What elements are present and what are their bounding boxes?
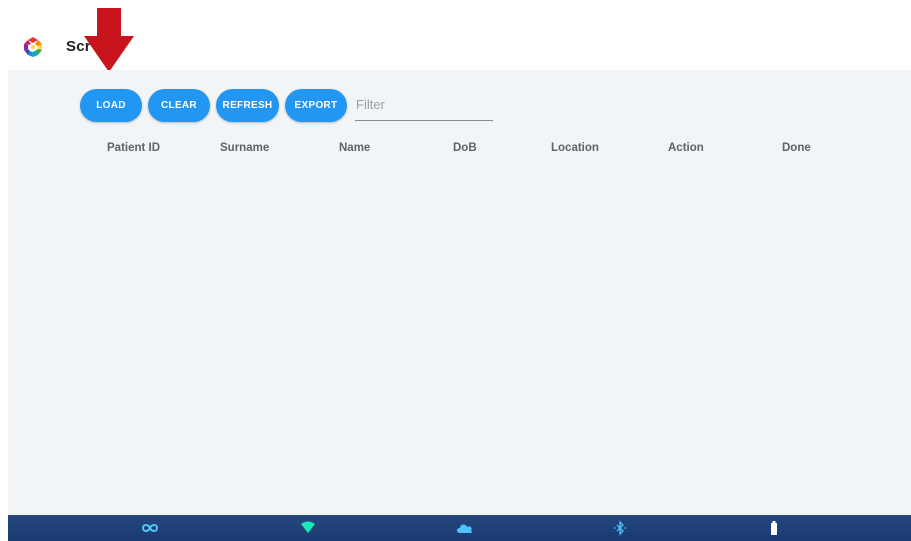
app-bar: Scr: [0, 0, 911, 72]
column-header-dob[interactable]: DoB: [453, 142, 477, 154]
infinity-icon: [141, 524, 159, 532]
cloud-icon: [457, 524, 473, 533]
column-header-action[interactable]: Action: [668, 142, 704, 154]
battery-icon: [771, 521, 777, 535]
main-content: LOAD CLEAR REFRESH EXPORT Patient ID Sur…: [8, 70, 911, 515]
clear-button[interactable]: CLEAR: [148, 89, 210, 122]
column-header-location[interactable]: Location: [551, 142, 599, 154]
column-header-surname[interactable]: Surname: [220, 142, 269, 154]
annotation-arrow-icon: [84, 8, 134, 72]
bluetooth-icon: [614, 520, 626, 536]
load-button[interactable]: LOAD: [80, 89, 142, 122]
toolbar: LOAD CLEAR REFRESH EXPORT: [80, 89, 493, 122]
status-bar: [8, 515, 911, 541]
column-header-patient-id[interactable]: Patient ID: [107, 142, 160, 154]
filter-input[interactable]: [356, 93, 490, 115]
column-header-done[interactable]: Done: [782, 142, 811, 154]
export-button[interactable]: EXPORT: [285, 89, 347, 122]
app-logo-icon: [24, 37, 42, 57]
column-header-name[interactable]: Name: [339, 142, 370, 154]
filter-field: [355, 90, 493, 121]
wifi-icon: [301, 521, 315, 533]
refresh-button[interactable]: REFRESH: [216, 89, 279, 122]
table-header: Patient ID Surname Name DoB Location Act…: [8, 142, 911, 158]
